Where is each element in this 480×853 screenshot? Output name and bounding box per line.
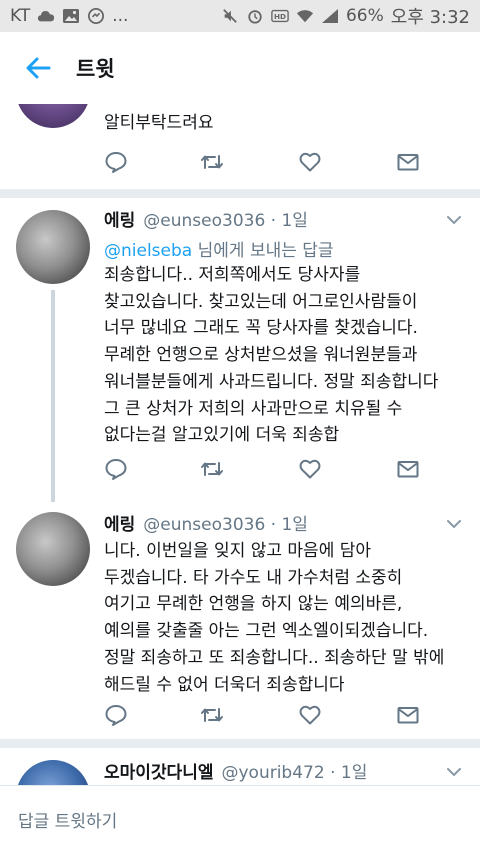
mention-link[interactable]: @nielseba [104,241,192,261]
reply-icon[interactable] [104,703,128,727]
signal-icon [321,9,338,23]
tweet-header: 에링 @eunseo3036 · 1일 [104,206,308,231]
replying-to-label: 님에게 보내는 답글 [192,241,334,261]
message-icon[interactable] [396,703,420,727]
cloud-icon [38,11,55,22]
display-name[interactable]: 에링 [104,206,135,231]
handle-and-time: @yourib472 · 1일 [221,763,368,783]
display-name[interactable]: 오마이갓다니엘 [104,758,213,783]
avatar[interactable] [16,760,90,785]
tweet-text: 니다. 이번일을 잊지 않고 마음에 담아 두겠습니다. 타 가수도 내 가수처… [104,541,445,695]
battery-level: 66% [345,6,384,26]
like-icon[interactable] [298,150,322,174]
tweet-2[interactable]: 에링 @eunseo3036 · 1일 니다. 이번일을 잊지 않고 마음에 담… [0,502,480,739]
handle-and-time: @eunseo3036 · 1일 [143,211,308,231]
status-bar-right: HD 66% 오후 3:32 [221,3,470,29]
svg-text:HD: HD [274,12,286,21]
tweet-1[interactable]: 에링 @eunseo3036 · 1일 @nielseba 님에게 보내는 답글… [0,198,480,502]
replying-to: @nielseba 님에게 보내는 답글 [104,236,334,261]
message-icon[interactable] [396,457,420,481]
reply-icon[interactable] [104,457,128,481]
more-notifications: ... [112,6,129,26]
tweet-actions [104,150,424,174]
page-title: 트윗 [76,57,115,81]
hd-icon: HD [271,9,289,23]
thread-line [51,290,55,502]
reply-icon[interactable] [104,150,128,174]
avatar[interactable] [16,210,90,284]
tweet-text: 알티부탁드려요 [104,113,214,133]
carrier-label: KT [10,6,31,26]
tweet-header: 에링 @eunseo3036 · 1일 [104,510,308,535]
tweet-3[interactable]: 오마이갓다니엘 @yourib472 · 1일 [0,748,480,785]
image-icon [63,9,80,23]
alarm-icon [248,10,262,24]
tweet-0[interactable]: 알티부탁드려요 [0,104,480,189]
divider [0,739,480,748]
status-bar-left: KT ... [10,6,128,26]
reply-compose-bar[interactable]: 답글 트윗하기 [0,785,480,853]
tweet-actions [104,703,424,727]
like-icon[interactable] [298,703,322,727]
tweet-actions [104,457,424,481]
status-bar: KT ... HD 66% 오후 3:32 [0,0,480,32]
retweet-icon[interactable] [200,703,224,727]
avatar[interactable] [16,104,90,128]
chevron-down-icon[interactable] [444,210,464,230]
chevron-down-icon[interactable] [444,514,464,534]
messenger-icon [88,8,105,24]
handle-and-time: @eunseo3036 · 1일 [143,515,308,535]
like-icon[interactable] [298,457,322,481]
app-bar: 트윗 [0,32,480,104]
divider [0,189,480,198]
tweet-header: 오마이갓다니엘 @yourib472 · 1일 [104,758,367,783]
chevron-down-icon[interactable] [444,762,464,782]
back-button[interactable] [0,32,76,104]
reply-input-placeholder[interactable]: 답글 트윗하기 [18,807,117,832]
avatar[interactable] [16,512,90,586]
mute-icon [223,9,237,23]
back-arrow-icon [26,57,51,79]
tweet-text: 죄송합니다.. 저희쪽에서도 당사자를 찾고있습니다. 찾고있는데 어그로인사람… [104,265,439,446]
wifi-icon [296,10,314,23]
retweet-icon[interactable] [200,457,224,481]
retweet-icon[interactable] [200,150,224,174]
tweet-thread[interactable]: 알티부탁드려요 에링 @eunseo3036 · 1일 @nielseba 님에… [0,104,480,785]
message-icon[interactable] [396,150,420,174]
display-name[interactable]: 에링 [104,510,135,535]
clock: 오후 3:32 [390,7,470,28]
